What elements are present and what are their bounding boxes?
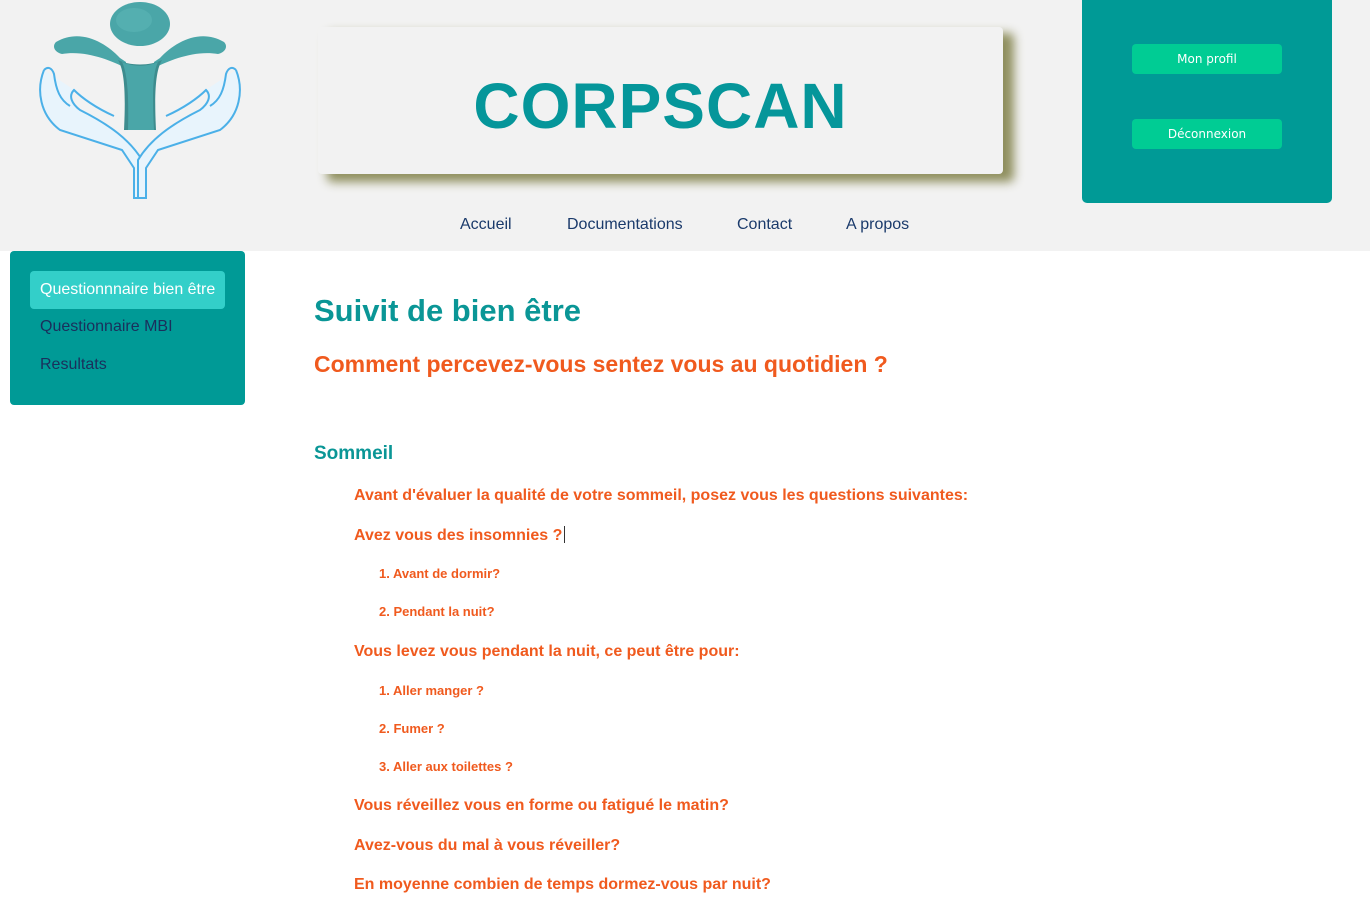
person-in-hands-logo-icon — [39, 2, 241, 199]
nav-link-contact[interactable]: Contact — [737, 216, 792, 234]
title-box: CORPSCAN — [318, 27, 1003, 174]
page-title: Suivit de bien être — [314, 293, 582, 328]
question-insomnia: Avez vous des insomnies ? — [354, 526, 566, 545]
page-subtitle: Comment percevez-vous sentez vous au quo… — [314, 351, 888, 377]
question-hard-wake: Avez-vous du mal à vous réveiller? — [354, 837, 621, 854]
night-option-2: 2. Fumer ? — [379, 721, 445, 736]
section-title-sleep: Sommeil — [314, 443, 394, 464]
question-morning-state: Vous réveillez vous en forme ou fatigué … — [354, 797, 729, 814]
nav-link-a-propos[interactable]: A propos — [846, 216, 909, 234]
night-option-3: 3. Aller aux toilettes ? — [379, 759, 513, 774]
nav-link-accueil[interactable]: Accueil — [460, 216, 512, 234]
my-profile-button[interactable]: Mon profil — [1132, 44, 1282, 74]
site-title: CORPSCAN — [473, 70, 848, 142]
user-panel: Mon profil Déconnexion — [1082, 0, 1332, 203]
logout-button[interactable]: Déconnexion — [1132, 119, 1282, 149]
insomnia-option-2: 2. Pendant la nuit? — [379, 604, 495, 619]
question-sleep-hours: En moyenne combien de temps dormez-vous … — [354, 876, 771, 893]
sleep-intro-text: Avant d'évaluer la qualité de votre somm… — [354, 487, 969, 504]
text-cursor — [564, 526, 566, 543]
night-option-1: 1. Aller manger ? — [379, 683, 484, 698]
insomnia-option-1: 1. Avant de dormir? — [379, 566, 501, 581]
main-content: Suivit de bien être Comment percevez-vou… — [0, 251, 1370, 914]
question-night-wake: Vous levez vous pendant la nuit, ce peut… — [354, 643, 740, 660]
nav-link-documentations[interactable]: Documentations — [567, 216, 683, 234]
main-nav: Accueil Documentations Contact A propos — [0, 216, 1370, 238]
site-header: CORPSCAN Mon profil Déconnexion Accueil … — [0, 0, 1370, 251]
